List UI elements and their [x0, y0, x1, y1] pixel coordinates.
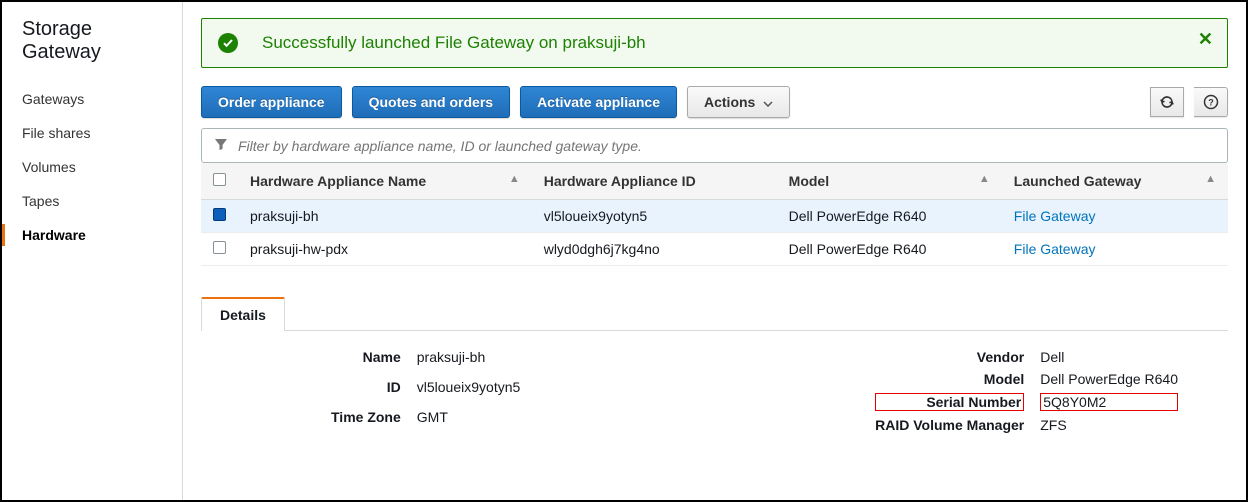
sidebar-item-gateways[interactable]: Gateways	[2, 82, 182, 116]
checkbox-icon[interactable]	[213, 241, 226, 254]
details-panel: Name praksuji-bh ID vl5loueix9yotyn5 Tim…	[201, 331, 1228, 451]
sidebar-title: Storage Gateway	[2, 18, 182, 82]
checkbox-icon	[213, 173, 226, 186]
cell-model: Dell PowerEdge R640	[777, 200, 1002, 233]
col-model-header[interactable]: Model▲	[777, 163, 1002, 200]
checkbox-checked-icon[interactable]	[213, 208, 226, 221]
sidebar-item-file-shares[interactable]: File shares	[2, 116, 182, 150]
detail-name-label: Name	[331, 349, 401, 373]
launched-gateway-link[interactable]: File Gateway	[1014, 241, 1096, 257]
alert-message: Successfully launched File Gateway on pr…	[262, 33, 646, 53]
cell-name: praksuji-bh	[238, 200, 532, 233]
sort-asc-icon: ▲	[1205, 173, 1216, 185]
cell-name: praksuji-hw-pdx	[238, 233, 532, 266]
quotes-orders-button[interactable]: Quotes and orders	[352, 86, 510, 118]
filter-input[interactable]	[238, 138, 1215, 154]
table-row[interactable]: praksuji-bh vl5loueix9yotyn5 Dell PowerE…	[201, 200, 1228, 233]
detail-id-value: vl5loueix9yotyn5	[417, 379, 521, 403]
close-icon[interactable]: ✕	[1198, 29, 1213, 50]
detail-serial-label: Serial Number	[875, 393, 1024, 411]
select-all-header[interactable]	[201, 163, 238, 200]
filter-box	[201, 128, 1228, 163]
actions-label: Actions	[704, 94, 755, 110]
detail-vendor-label: Vendor	[875, 349, 1024, 365]
help-icon: ?	[1203, 94, 1219, 110]
launched-gateway-link[interactable]: File Gateway	[1014, 208, 1096, 224]
actions-dropdown[interactable]: Actions	[687, 86, 790, 118]
detail-vendor-value: Dell	[1040, 349, 1178, 365]
table-row[interactable]: praksuji-hw-pdx wlyd0dgh6j7kg4no Dell Po…	[201, 233, 1228, 266]
sidebar-item-volumes[interactable]: Volumes	[2, 150, 182, 184]
refresh-icon	[1159, 94, 1175, 110]
svg-text:?: ?	[1208, 98, 1214, 108]
activate-appliance-button[interactable]: Activate appliance	[520, 86, 677, 118]
sidebar: Storage Gateway Gateways File shares Vol…	[2, 2, 183, 500]
detail-id-label: ID	[331, 379, 401, 403]
cell-id: wlyd0dgh6j7kg4no	[532, 233, 777, 266]
sidebar-item-hardware[interactable]: Hardware	[2, 218, 182, 252]
detail-raid-value: ZFS	[1040, 417, 1178, 433]
sort-asc-icon: ▲	[509, 173, 520, 185]
cell-id: vl5loueix9yotyn5	[532, 200, 777, 233]
main-content: Successfully launched File Gateway on pr…	[183, 2, 1246, 500]
detail-tz-value: GMT	[417, 409, 521, 433]
toolbar: Order appliance Quotes and orders Activa…	[201, 86, 1228, 118]
col-id-header[interactable]: Hardware Appliance ID	[532, 163, 777, 200]
chevron-down-icon	[763, 94, 773, 110]
detail-model-value: Dell PowerEdge R640	[1040, 371, 1178, 387]
detail-name-value: praksuji-bh	[417, 349, 521, 373]
filter-icon	[214, 137, 228, 154]
tab-details[interactable]: Details	[201, 297, 285, 331]
appliances-table: Hardware Appliance Name▲ Hardware Applia…	[201, 163, 1228, 266]
detail-tz-label: Time Zone	[331, 409, 401, 433]
col-gateway-header[interactable]: Launched Gateway▲	[1002, 163, 1228, 200]
detail-model-label: Model	[875, 371, 1024, 387]
check-circle-icon	[218, 33, 238, 53]
sidebar-item-tapes[interactable]: Tapes	[2, 184, 182, 218]
detail-serial-value: 5Q8Y0M2	[1040, 393, 1178, 411]
detail-raid-label: RAID Volume Manager	[875, 417, 1024, 433]
col-name-header[interactable]: Hardware Appliance Name▲	[238, 163, 532, 200]
tabs: Details	[201, 296, 1228, 331]
order-appliance-button[interactable]: Order appliance	[201, 86, 342, 118]
cell-model: Dell PowerEdge R640	[777, 233, 1002, 266]
sort-asc-icon: ▲	[979, 173, 990, 185]
success-alert: Successfully launched File Gateway on pr…	[201, 18, 1228, 68]
refresh-button[interactable]	[1150, 87, 1184, 117]
help-button[interactable]: ?	[1194, 87, 1228, 117]
